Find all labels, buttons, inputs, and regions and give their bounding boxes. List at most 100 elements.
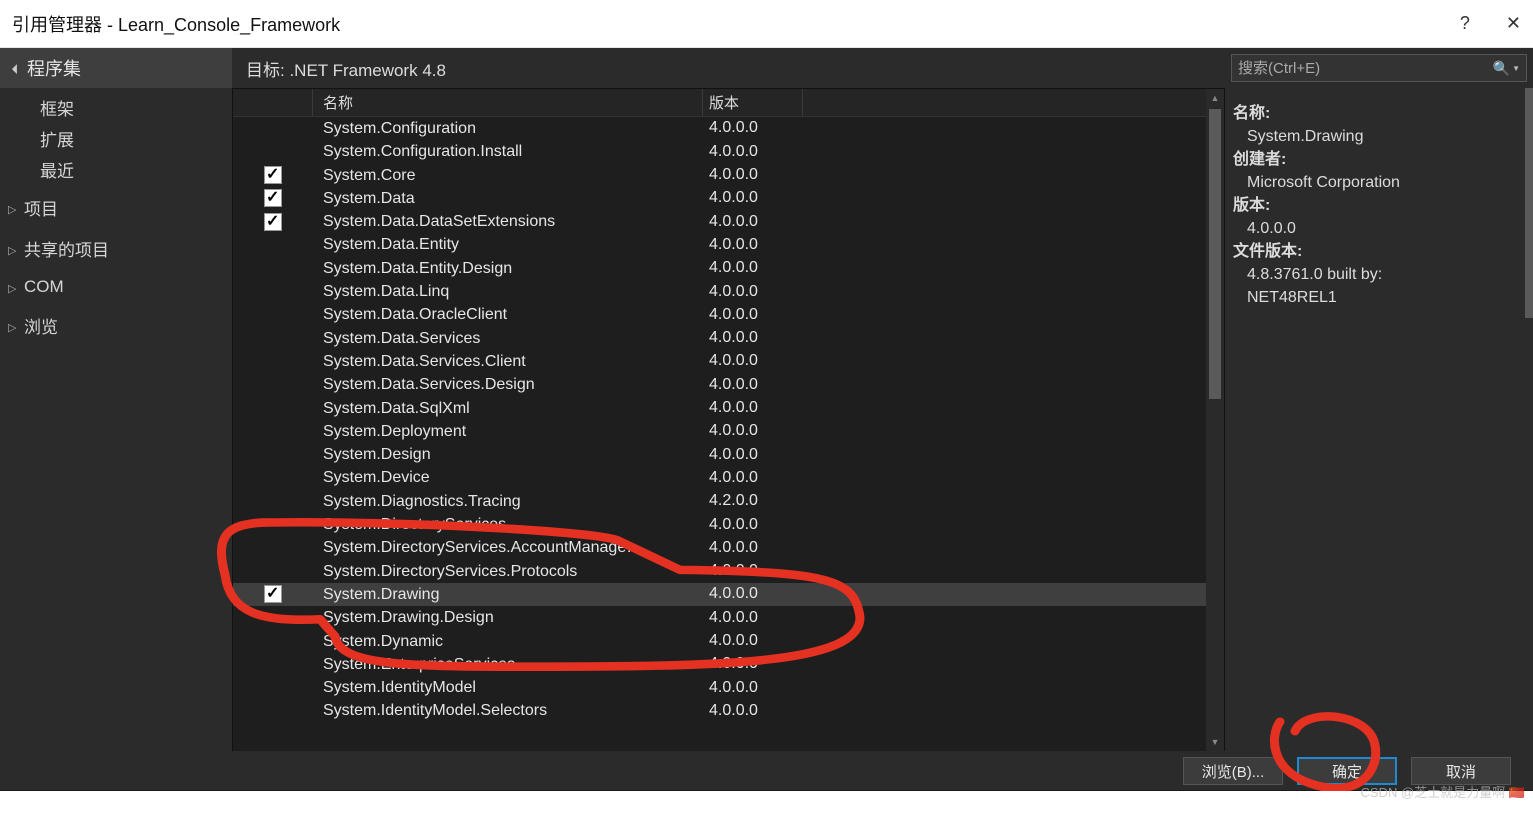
table-row[interactable]: System.DirectoryServices.Protocols4.0.0.…: [233, 559, 1224, 582]
table-row[interactable]: System.Drawing.Design4.0.0.0: [233, 606, 1224, 629]
row-name: System.Data.Services.Client: [313, 350, 703, 373]
table-row[interactable]: System.Deployment4.0.0.0: [233, 420, 1224, 443]
table-row[interactable]: System.Device4.0.0.0: [233, 466, 1224, 489]
detail-version-label: 版本:: [1233, 194, 1525, 217]
close-button[interactable]: ✕: [1506, 13, 1521, 34]
column-checkbox[interactable]: [233, 89, 313, 116]
column-version[interactable]: 版本: [703, 89, 803, 116]
chevron-right-icon: [8, 198, 24, 218]
help-button[interactable]: ?: [1460, 13, 1470, 34]
browse-button[interactable]: 浏览(B)...: [1183, 757, 1283, 785]
row-name: System.DirectoryServices.AccountManage…: [313, 536, 703, 559]
table-row[interactable]: System.Data4.0.0.0: [233, 187, 1224, 210]
table-row[interactable]: System.Diagnostics.Tracing4.2.0.0: [233, 490, 1224, 513]
table-row[interactable]: System.Data.DataSetExtensions4.0.0.0: [233, 210, 1224, 233]
row-version: 4.0.0.0: [703, 236, 803, 254]
row-name: System.Configuration.Install: [313, 140, 703, 163]
search-icon[interactable]: 🔍: [1493, 60, 1510, 77]
grid-header: 名称 版本: [233, 89, 1224, 117]
row-version: 4.0.0.0: [703, 632, 803, 650]
sidebar-item-extensions[interactable]: 扩展: [0, 123, 232, 154]
detail-version-value: 4.0.0.0: [1233, 217, 1525, 240]
table-row[interactable]: System.IdentityModel4.0.0.0: [233, 676, 1224, 699]
row-name: System.Data.DataSetExtensions: [313, 210, 703, 233]
table-row[interactable]: System.IdentityModel.Selectors4.0.0.0: [233, 699, 1224, 722]
row-name: System.Data.Services: [313, 327, 703, 350]
grid-body[interactable]: System.Configuration4.0.0.0System.Config…: [233, 117, 1224, 751]
table-row[interactable]: System.Data.Linq4.0.0.0: [233, 280, 1224, 303]
table-row[interactable]: System.Dynamic4.0.0.0: [233, 629, 1224, 652]
sidebar-item-framework[interactable]: 框架: [0, 92, 232, 123]
row-version: 4.0.0.0: [703, 166, 803, 184]
table-row[interactable]: System.Core4.0.0.0: [233, 163, 1224, 186]
row-version: 4.0.0.0: [703, 306, 803, 324]
cancel-button[interactable]: 取消: [1411, 757, 1511, 785]
row-checkbox[interactable]: [264, 166, 282, 184]
table-row[interactable]: System.Configuration4.0.0.0: [233, 117, 1224, 140]
table-row[interactable]: System.Drawing4.0.0.0: [233, 583, 1224, 606]
column-name[interactable]: 名称: [313, 89, 703, 116]
row-name: System.Data.SqlXml: [313, 397, 703, 420]
row-checkbox[interactable]: [264, 213, 282, 231]
sidebar-section-shared[interactable]: 共享的项目: [0, 226, 232, 267]
row-version: 4.0.0.0: [703, 469, 803, 487]
row-checkbox-cell[interactable]: [233, 189, 313, 207]
row-version: 4.0.0.0: [703, 679, 803, 697]
row-checkbox-cell[interactable]: [233, 585, 313, 603]
row-name: System.IdentityModel.Selectors: [313, 699, 703, 722]
sidebar-section-browse[interactable]: 浏览: [0, 303, 232, 344]
row-checkbox-cell[interactable]: [233, 166, 313, 184]
scrollbar-vertical[interactable]: ▲ ▼: [1206, 89, 1224, 751]
row-name: System.Data.Services.Design: [313, 373, 703, 396]
detail-author-value: Microsoft Corporation: [1233, 171, 1525, 194]
row-name: System.Core: [313, 164, 703, 187]
category-label: 程序集: [27, 55, 81, 81]
search-box[interactable]: 🔍 ▼: [1231, 54, 1527, 82]
table-row[interactable]: System.DirectoryServices4.0.0.0: [233, 513, 1224, 536]
dialog-topbar: 程序集 目标: .NET Framework 4.8 🔍 ▼: [0, 48, 1533, 88]
details-scroll-thumb[interactable]: [1525, 88, 1533, 318]
row-name: System.Design: [313, 443, 703, 466]
sidebar-label: 项目: [24, 195, 58, 220]
row-version: 4.0.0.0: [703, 259, 803, 277]
table-row[interactable]: System.Data.Entity.Design4.0.0.0: [233, 257, 1224, 280]
assembly-grid: 名称 版本 System.Configuration4.0.0.0System.…: [232, 88, 1225, 751]
row-version: 4.0.0.0: [703, 399, 803, 417]
chevron-right-icon: [8, 277, 24, 297]
row-checkbox[interactable]: [264, 585, 282, 603]
table-row[interactable]: System.DirectoryServices.AccountManage…4…: [233, 536, 1224, 559]
row-version: 4.0.0.0: [703, 585, 803, 603]
table-row[interactable]: System.Data.Entity4.0.0.0: [233, 233, 1224, 256]
table-row[interactable]: System.Data.Services.Design4.0.0.0: [233, 373, 1224, 396]
table-row[interactable]: System.Data.SqlXml4.0.0.0: [233, 396, 1224, 419]
expander-icon: [12, 58, 19, 79]
scroll-up-icon[interactable]: ▲: [1206, 89, 1224, 107]
column-spacer: [803, 89, 1224, 116]
table-row[interactable]: System.Design4.0.0.0: [233, 443, 1224, 466]
sidebar-section-com[interactable]: COM: [0, 267, 232, 303]
chevron-down-icon[interactable]: ▼: [1512, 64, 1520, 73]
table-row[interactable]: System.Data.Services4.0.0.0: [233, 327, 1224, 350]
scroll-down-icon[interactable]: ▼: [1206, 733, 1224, 751]
table-row[interactable]: System.EnterpriseServices4.0.0.0: [233, 653, 1224, 676]
ok-button[interactable]: 确定: [1297, 757, 1397, 785]
row-checkbox-cell[interactable]: [233, 213, 313, 231]
row-version: 4.0.0.0: [703, 562, 803, 580]
scroll-thumb[interactable]: [1209, 109, 1221, 399]
sidebar-section-projects[interactable]: 项目: [0, 185, 232, 226]
table-row[interactable]: System.Configuration.Install4.0.0.0: [233, 140, 1224, 163]
row-checkbox[interactable]: [264, 189, 282, 207]
row-version: 4.0.0.0: [703, 283, 803, 301]
sidebar: 框架 扩展 最近 项目 共享的项目 COM 浏览: [0, 88, 232, 751]
row-name: System.Dynamic: [313, 630, 703, 653]
search-input[interactable]: [1238, 60, 1489, 77]
row-version: 4.0.0.0: [703, 352, 803, 370]
row-version: 4.0.0.0: [703, 422, 803, 440]
table-row[interactable]: System.Data.OracleClient4.0.0.0: [233, 303, 1224, 326]
sidebar-item-recent[interactable]: 最近: [0, 154, 232, 185]
table-row[interactable]: System.Data.Services.Client4.0.0.0: [233, 350, 1224, 373]
category-assemblies[interactable]: 程序集: [0, 48, 232, 88]
row-name: System.Deployment: [313, 420, 703, 443]
detail-name-label: 名称:: [1233, 102, 1525, 125]
target-framework-label: 目标: .NET Framework 4.8: [232, 48, 1225, 88]
